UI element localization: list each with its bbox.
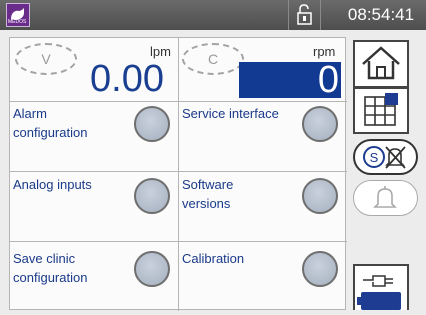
flow-symbol: V <box>41 51 51 67</box>
overview-button[interactable] <box>353 87 409 134</box>
svg-text:S: S <box>370 150 379 165</box>
alarm-configuration-label: Alarm configuration <box>13 106 88 140</box>
software-versions-indicator <box>302 178 338 214</box>
logo-text: MEDOS <box>8 19 27 25</box>
speed-symbol: C <box>207 51 219 67</box>
save-clinic-configuration-indicator <box>134 251 170 287</box>
battery-plug-icon <box>357 275 401 310</box>
software-versions-button[interactable]: Software versions <box>179 172 347 241</box>
home-icon <box>362 46 400 80</box>
bell-icon <box>373 186 397 208</box>
save-clinic-configuration-label: Save clinic configuration <box>13 251 88 285</box>
calibration-button[interactable]: Calibration <box>179 242 347 310</box>
flow-display[interactable]: V lpm 0.00 <box>10 38 178 101</box>
grid-view-icon <box>364 93 398 126</box>
service-interface-indicator <box>302 106 338 142</box>
software-versions-label: Software versions <box>182 177 234 211</box>
alarm-button[interactable] <box>353 180 418 216</box>
alarm-configuration-button[interactable]: Alarm configuration <box>10 102 178 171</box>
logo: MEDOS <box>6 3 30 27</box>
speed-unit: rpm <box>313 44 336 59</box>
settings-grid: V lpm 0.00 C rpm 0 Alarm configuration S… <box>9 37 347 311</box>
clock: 08:54:41 <box>347 5 415 24</box>
flow-value: 0.00 <box>90 58 164 100</box>
power-status-button[interactable] <box>353 264 409 310</box>
alarm-configuration-indicator <box>134 106 170 142</box>
save-clinic-configuration-button[interactable]: Save clinic configuration <box>10 242 178 310</box>
top-bar: MEDOS 08:54:41 <box>0 0 426 30</box>
service-interface-button[interactable]: Service interface <box>179 102 347 171</box>
speed-display[interactable]: C rpm 0 <box>179 38 347 101</box>
unlocked-padlock-icon <box>297 4 312 25</box>
speed-value: 0 <box>239 61 341 99</box>
alarm-silence-button[interactable]: S <box>353 139 418 175</box>
analog-inputs-label: Analog inputs <box>13 177 92 192</box>
calibration-label: Calibration <box>182 251 245 266</box>
flow-placeholder-icon: V <box>15 43 77 75</box>
calibration-indicator <box>302 251 338 287</box>
service-interface-label: Service interface <box>182 106 279 121</box>
home-button[interactable] <box>353 40 409 88</box>
lock-button[interactable] <box>288 0 321 30</box>
flow-unit: lpm <box>150 44 171 59</box>
speed-placeholder-icon: C <box>182 43 244 75</box>
analog-inputs-button[interactable]: Analog inputs <box>10 172 178 241</box>
analog-inputs-indicator <box>134 178 170 214</box>
alarm-silence-icon: S <box>363 146 406 169</box>
